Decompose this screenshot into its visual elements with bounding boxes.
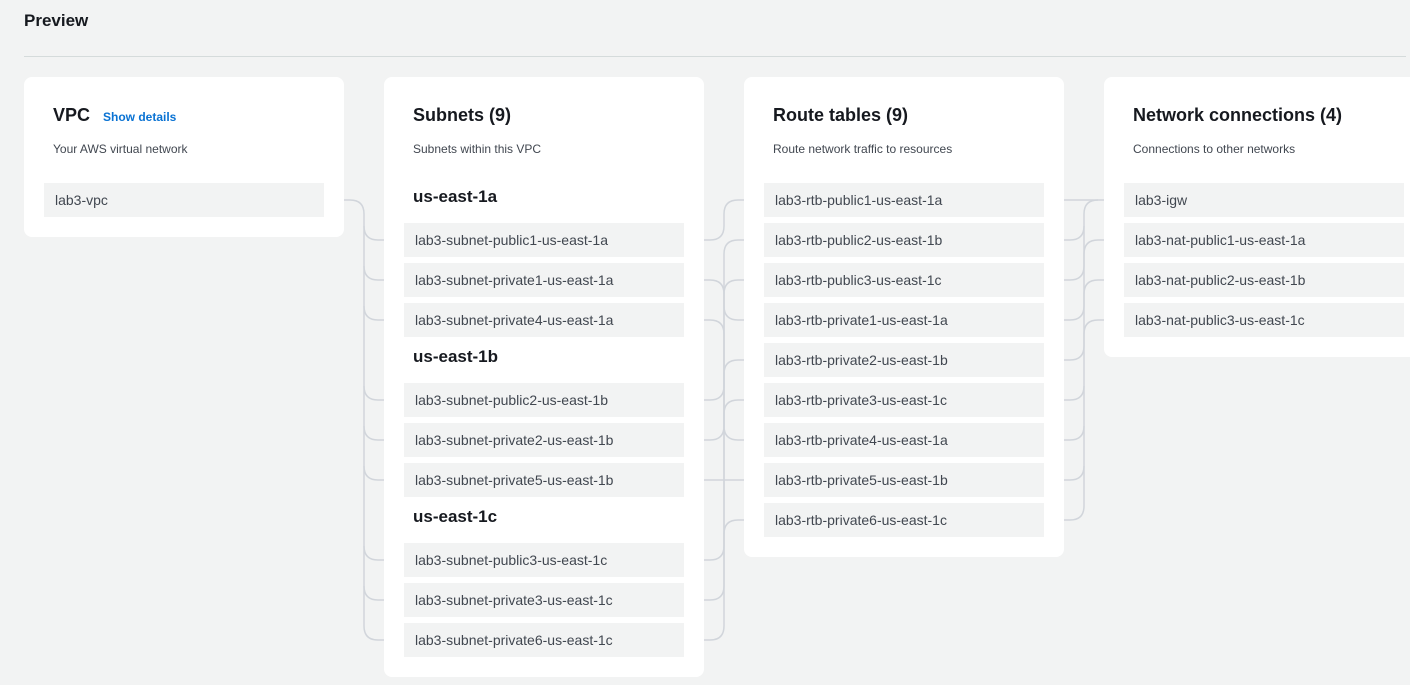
- route-table-item[interactable]: lab3-rtb-private6-us-east-1c: [764, 503, 1044, 537]
- subnet-item[interactable]: lab3-subnet-private5-us-east-1b: [404, 463, 684, 497]
- vpc-card-subtitle: Your AWS virtual network: [53, 142, 188, 156]
- route-table-item[interactable]: lab3-rtb-private4-us-east-1a: [764, 423, 1044, 457]
- network-connections-card: Network connections (4) Connections to o…: [1104, 77, 1410, 357]
- vpc-item[interactable]: lab3-vpc: [44, 183, 324, 217]
- vpc-card-title: VPC: [53, 105, 91, 125]
- subnet-item[interactable]: lab3-subnet-public1-us-east-1a: [404, 223, 684, 257]
- route-table-item[interactable]: lab3-rtb-private2-us-east-1b: [764, 343, 1044, 377]
- vpc-card: VPC Show details Your AWS virtual networ…: [24, 77, 344, 237]
- subnet-item[interactable]: lab3-subnet-private3-us-east-1c: [404, 583, 684, 617]
- az-heading-us-east-1a: us-east-1a: [413, 187, 498, 206]
- show-details-link[interactable]: Show details: [103, 110, 176, 124]
- network-connections-card-subtitle: Connections to other networks: [1133, 142, 1296, 156]
- route-table-item[interactable]: lab3-rtb-private3-us-east-1c: [764, 383, 1044, 417]
- network-connection-item[interactable]: lab3-nat-public1-us-east-1a: [1124, 223, 1404, 257]
- subnet-item[interactable]: lab3-subnet-private4-us-east-1a: [404, 303, 684, 337]
- subnets-card: Subnets (9) Subnets within this VPC us-e…: [384, 77, 704, 677]
- subnet-item[interactable]: lab3-subnet-public2-us-east-1b: [404, 383, 684, 417]
- route-table-item[interactable]: lab3-rtb-public1-us-east-1a: [764, 183, 1044, 217]
- route-table-item[interactable]: lab3-rtb-private5-us-east-1b: [764, 463, 1044, 497]
- route-table-item[interactable]: lab3-rtb-public3-us-east-1c: [764, 263, 1044, 297]
- subnet-item[interactable]: lab3-subnet-private6-us-east-1c: [404, 623, 684, 657]
- subnets-card-title: Subnets (9): [413, 105, 512, 125]
- az-heading-us-east-1b: us-east-1b: [413, 347, 499, 366]
- network-connections-card-title: Network connections (4): [1133, 105, 1343, 125]
- route-tables-card-subtitle: Route network traffic to resources: [773, 142, 953, 156]
- network-connection-item[interactable]: lab3-nat-public3-us-east-1c: [1124, 303, 1404, 337]
- subnet-item[interactable]: lab3-subnet-private2-us-east-1b: [404, 423, 684, 457]
- preview-heading: Preview: [24, 11, 89, 30]
- subnet-item[interactable]: lab3-subnet-public3-us-east-1c: [404, 543, 684, 577]
- route-tables-card: Route tables (9) Route network traffic t…: [744, 77, 1064, 557]
- network-connection-item[interactable]: lab3-nat-public2-us-east-1b: [1124, 263, 1404, 297]
- network-connection-item[interactable]: lab3-igw: [1124, 183, 1404, 217]
- route-table-item[interactable]: lab3-rtb-private1-us-east-1a: [764, 303, 1044, 337]
- subnet-item[interactable]: lab3-subnet-private1-us-east-1a: [404, 263, 684, 297]
- route-table-item[interactable]: lab3-rtb-public2-us-east-1b: [764, 223, 1044, 257]
- subnets-card-subtitle: Subnets within this VPC: [413, 142, 542, 156]
- az-heading-us-east-1c: us-east-1c: [413, 507, 498, 526]
- header-divider: [24, 56, 1406, 57]
- vpc-preview-page: Preview VPC Show details Your AWS virtua…: [0, 0, 1410, 685]
- route-tables-card-title: Route tables (9): [773, 105, 909, 125]
